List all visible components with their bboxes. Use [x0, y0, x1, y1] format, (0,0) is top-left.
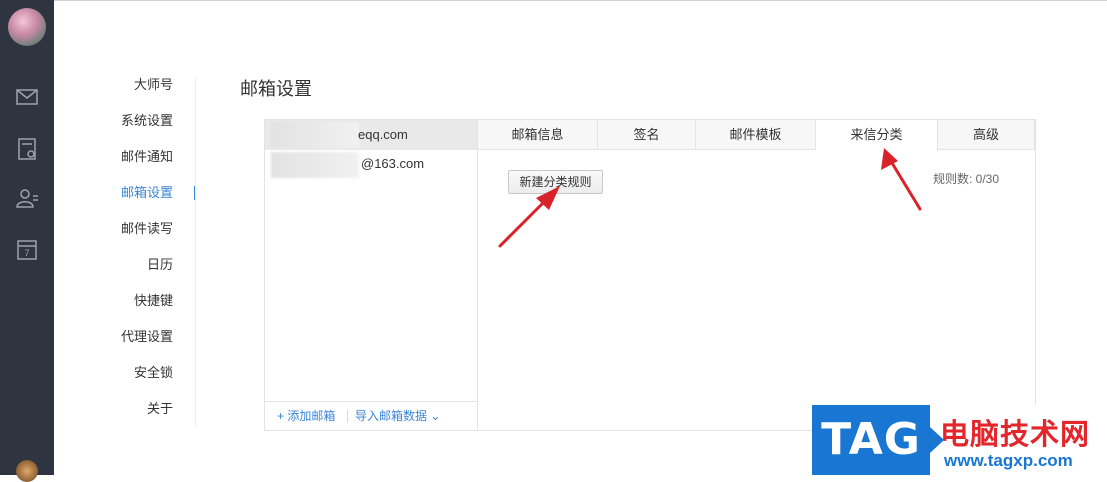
redacted-name — [271, 152, 359, 178]
settings-panel: eqq.com @163.com + 添加邮箱 导入邮箱数据 ⌄ 邮箱信息 签名… — [264, 119, 1036, 431]
nav-divider — [195, 78, 196, 426]
avatar[interactable] — [8, 8, 46, 46]
nav-item-mail-notification[interactable]: 邮件通知 — [100, 146, 196, 168]
calendar-day: 7 — [24, 248, 29, 258]
redacted-name — [271, 122, 359, 148]
tab-bar: 邮箱信息 签名 邮件模板 来信分类 高级 — [478, 120, 1035, 151]
tab-advanced[interactable]: 高级 — [938, 120, 1035, 150]
import-mailbox-data-link[interactable]: 导入邮箱数据 ⌄ — [355, 402, 440, 430]
account-email: eqq.com — [358, 127, 408, 142]
nav-item-system-settings[interactable]: 系统设置 — [100, 110, 196, 132]
footer-divider — [347, 410, 348, 423]
nav-item-label: 邮箱设置 — [120, 185, 173, 200]
account-item[interactable]: @163.com — [265, 150, 477, 180]
tab-signature[interactable]: 签名 — [598, 120, 696, 150]
calendar-icon[interactable]: 7 — [14, 237, 40, 263]
watermark-site-name: 电脑技术网 — [940, 419, 1091, 451]
new-classification-rule-button[interactable]: 新建分类规则 — [508, 170, 603, 194]
nav-item-security-lock[interactable]: 安全锁 — [100, 362, 196, 384]
tab-mail-classification[interactable]: 来信分类 — [816, 120, 938, 151]
nav-item-about[interactable]: 关于 — [100, 398, 196, 420]
nav-item-calendar[interactable]: 日历 — [100, 254, 196, 276]
nav-item-proxy[interactable]: 代理设置 — [100, 326, 196, 348]
watermark-tag-logo: TAG — [812, 405, 944, 475]
account-list: eqq.com @163.com + 添加邮箱 导入邮箱数据 ⌄ — [265, 120, 478, 430]
nav-item-master-account[interactable]: 大师号 — [100, 74, 196, 96]
app-logo[interactable] — [16, 460, 38, 482]
tab-mailbox-info[interactable]: 邮箱信息 — [478, 120, 598, 150]
rule-count: 规则数: 0/30 — [933, 172, 1000, 186]
contacts-icon[interactable] — [14, 185, 40, 211]
add-mailbox-link[interactable]: + 添加邮箱 — [277, 402, 335, 430]
watermark-url: www.tagxp.com — [944, 451, 1073, 470]
account-footer: + 添加邮箱 导入邮箱数据 ⌄ — [265, 401, 477, 430]
account-email: @163.com — [361, 156, 425, 171]
notes-icon[interactable] — [14, 136, 40, 162]
app-sidebar: 7 — [0, 0, 54, 482]
account-item[interactable]: eqq.com — [265, 120, 477, 150]
nav-item-mailbox-settings[interactable]: 邮箱设置 — [100, 182, 196, 204]
nav-item-shortcuts[interactable]: 快捷键 — [100, 290, 196, 312]
mail-icon[interactable] — [14, 84, 40, 110]
nav-item-read-write[interactable]: 邮件读写 — [100, 218, 196, 240]
tab-mail-template[interactable]: 邮件模板 — [696, 120, 816, 150]
page-title: 邮箱设置 — [240, 79, 312, 99]
watermark: TAG 电脑技术网 www.tagxp.com — [812, 405, 1107, 475]
